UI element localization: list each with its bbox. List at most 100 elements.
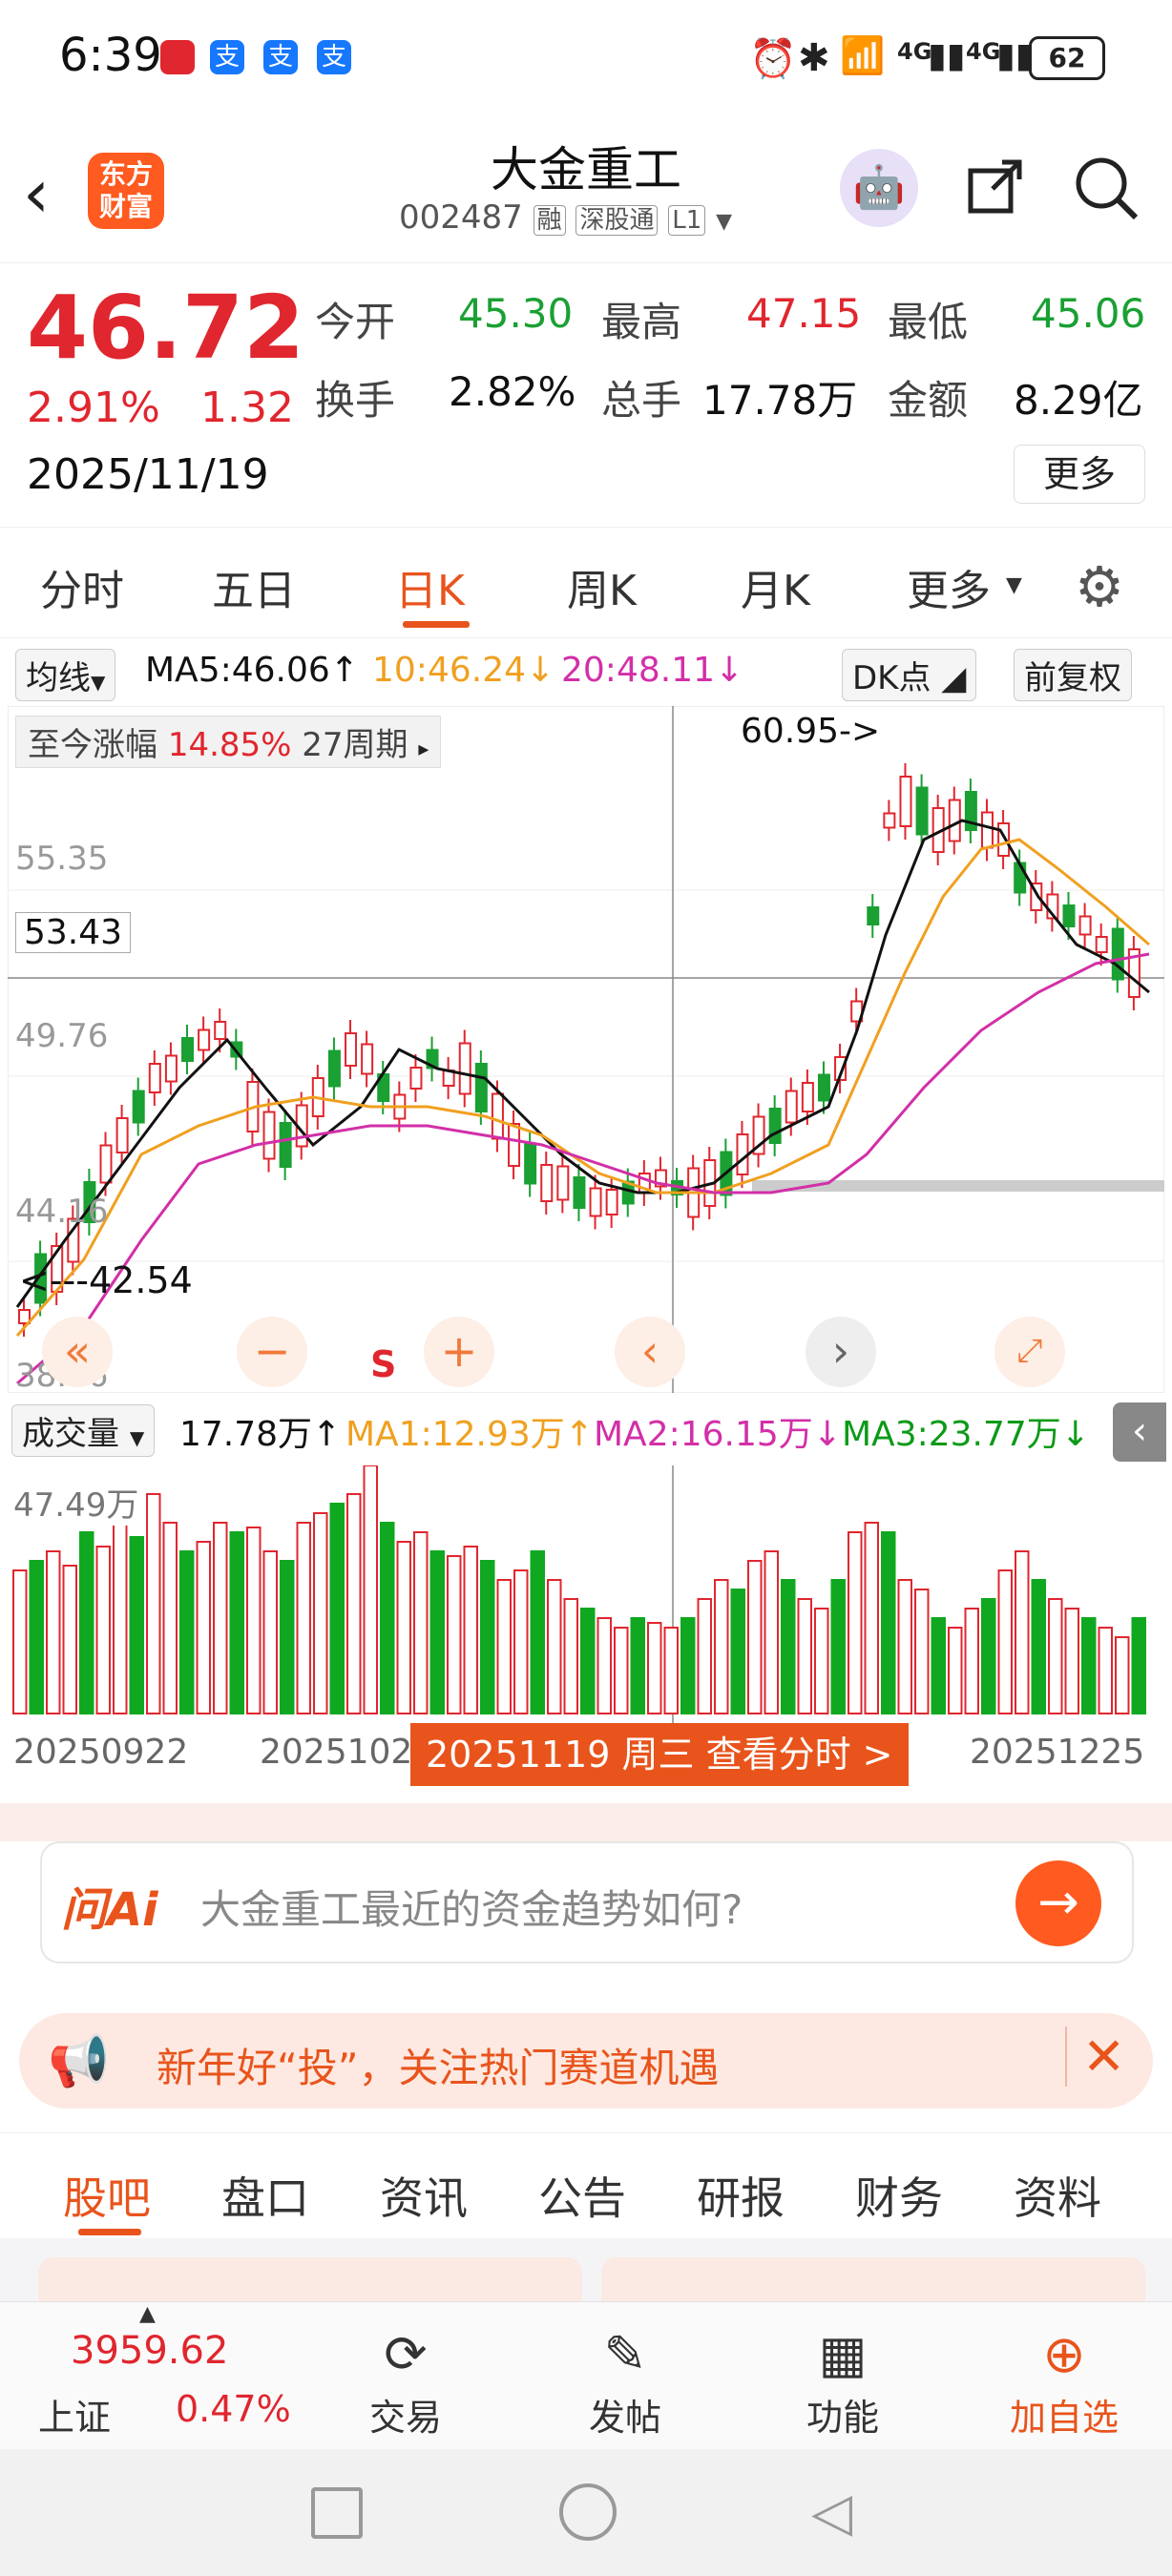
volume-bar <box>280 1560 295 1714</box>
yuan-circle-icon: ⟳ <box>384 2324 428 2384</box>
stock-code-row[interactable]: 002487 融 深股通 L1 ▼ <box>399 198 732 237</box>
tab-monthly-k[interactable]: 月K <box>741 556 810 617</box>
signal-4g-label: 4G <box>897 38 932 65</box>
volume-bar <box>814 1608 829 1714</box>
volume-bar <box>981 1598 996 1714</box>
more-button[interactable]: 更多 <box>1014 445 1145 504</box>
section-divider <box>0 1803 1172 1841</box>
close-icon[interactable]: ✕ <box>1065 2026 1125 2087</box>
dk-point-selector[interactable]: DK点 ◢ <box>842 649 977 701</box>
price-tick-1: 55.35 <box>15 840 109 878</box>
tab-announce[interactable]: 公告 <box>538 2164 626 2227</box>
tab-daily-k[interactable]: 日K <box>395 556 465 617</box>
cards-peek <box>0 2238 1172 2315</box>
candle <box>540 1164 554 1202</box>
volume-bar <box>463 1546 478 1714</box>
tab-guba[interactable]: 股吧 <box>63 2164 151 2227</box>
volume-bar <box>563 1598 578 1714</box>
nav-post-label: 发帖 <box>588 2397 661 2439</box>
candle <box>980 811 994 849</box>
volume-bar <box>530 1550 545 1714</box>
candle <box>327 1049 341 1088</box>
ask-ai-bar[interactable]: 问Ai 大金重工最近的资金趋势如何? → <box>40 1841 1134 1963</box>
index-pct: 0.47% <box>176 2388 291 2430</box>
range-pct: 14.85% <box>167 726 292 764</box>
volume-bar <box>363 1465 378 1714</box>
vol-ma3: MA3:23.77万↓ <box>842 1415 1090 1454</box>
volume-bar <box>881 1531 896 1714</box>
ask-ai-input[interactable]: 大金重工最近的资金趋势如何? <box>200 1878 743 1936</box>
search-icon[interactable] <box>1073 155 1140 221</box>
dropdown-icon: ▼ <box>716 210 733 234</box>
volume-bar <box>781 1579 796 1714</box>
tab-more[interactable]: 更多 <box>907 556 991 617</box>
volume-bar <box>914 1589 930 1714</box>
back-nav-icon[interactable]: ◁ <box>811 2482 852 2544</box>
wifi-icon: 📶 <box>840 34 886 76</box>
zoom-in-button[interactable]: + <box>424 1317 494 1387</box>
ma-selector-label: 均线 <box>26 659 91 697</box>
candle <box>768 1108 782 1144</box>
more-dropdown-icon: ▼ <box>1006 573 1022 597</box>
ai-robot-icon[interactable]: 🤖 <box>840 149 918 227</box>
tab-research[interactable]: 研报 <box>697 2164 785 2227</box>
nav-trade[interactable]: ⟳ 交易 <box>353 2321 458 2441</box>
volume-bar <box>1098 1627 1113 1714</box>
tab-five-day[interactable]: 五日 <box>212 556 296 617</box>
volume-bar <box>229 1531 244 1714</box>
volume-bar <box>747 1560 763 1714</box>
promo-notice[interactable]: 📢 新年好“投”，关注热门赛道机遇 ✕ <box>19 2013 1153 2109</box>
home-icon[interactable] <box>559 2483 617 2541</box>
tab-profile[interactable]: 资料 <box>1014 2164 1101 2227</box>
candle <box>1095 936 1108 953</box>
volume-bar <box>680 1617 696 1714</box>
volume-bar <box>614 1627 629 1714</box>
share-icon[interactable] <box>966 156 1025 216</box>
volume-bar <box>964 1608 979 1714</box>
tab-pankou[interactable]: 盘口 <box>221 2164 309 2227</box>
volume-bar <box>997 1569 1013 1714</box>
tab-news[interactable]: 资讯 <box>380 2164 468 2227</box>
volume-bar <box>196 1541 211 1714</box>
send-arrow-icon[interactable]: → <box>1015 1860 1101 1946</box>
quote-panel: 46.72 2.91% 1.32 2025/11/19 今开 45.30 最高 … <box>0 263 1172 528</box>
change-value: 1.32 <box>200 384 294 432</box>
ma-selector[interactable]: 均线▼ <box>15 649 116 701</box>
nav-add-watchlist[interactable]: ⊕ 加自选 <box>993 2321 1136 2441</box>
date-end: 20251225 <box>970 1733 1145 1772</box>
ma20-value: 20:48.11↓ <box>561 651 744 690</box>
recents-icon[interactable] <box>311 2487 363 2539</box>
volume-bar <box>146 1493 161 1714</box>
volume-bar <box>513 1569 529 1714</box>
amount-label: 金额 <box>888 377 969 424</box>
price-crosshair-value: 53.43 <box>15 912 132 953</box>
high-value: 47.15 <box>746 290 862 337</box>
nav-functions[interactable]: ▦ 功能 <box>790 2321 895 2441</box>
fullscreen-button[interactable]: ⤢ <box>994 1317 1065 1387</box>
alipay-icon: 支 <box>263 40 298 74</box>
candle <box>1111 927 1124 981</box>
tag-rong: 融 <box>533 205 566 236</box>
adjust-selector[interactable]: 前复权 <box>1014 649 1132 701</box>
volume-bar <box>113 1522 128 1714</box>
candle <box>345 1032 358 1067</box>
next-button[interactable]: › <box>806 1317 876 1387</box>
prev-button[interactable]: ‹ <box>615 1317 685 1387</box>
view-intraday-banner[interactable]: 20251119 周三 查看分时 > <box>410 1723 909 1786</box>
nav-post[interactable]: ✎ 发帖 <box>573 2321 678 2441</box>
index-up-arrow-icon: ▲ <box>139 2302 156 2326</box>
volume-bar <box>346 1493 362 1714</box>
tab-weekly-k[interactable]: 周K <box>567 556 637 617</box>
zoom-out-button[interactable]: − <box>237 1317 307 1387</box>
settings-gear-icon[interactable]: ⚙ <box>1075 554 1124 619</box>
collapse-panel-button[interactable]: ‹ <box>1113 1402 1166 1462</box>
tab-finance[interactable]: 财务 <box>855 2164 943 2227</box>
vol-ma1: MA1:12.93万↑ <box>345 1415 594 1454</box>
tab-intraday[interactable]: 分时 <box>40 556 124 617</box>
candle <box>1078 915 1092 936</box>
alarm-icon: ⏰ <box>749 37 797 81</box>
range-gain-box[interactable]: 至今涨幅 14.85% 27周期 ▸ <box>15 716 442 768</box>
rewind-button[interactable]: « <box>42 1317 113 1387</box>
index-value[interactable]: 3959.62 <box>71 2329 228 2373</box>
volume-selector[interactable]: 成交量 ▼ <box>11 1404 156 1457</box>
